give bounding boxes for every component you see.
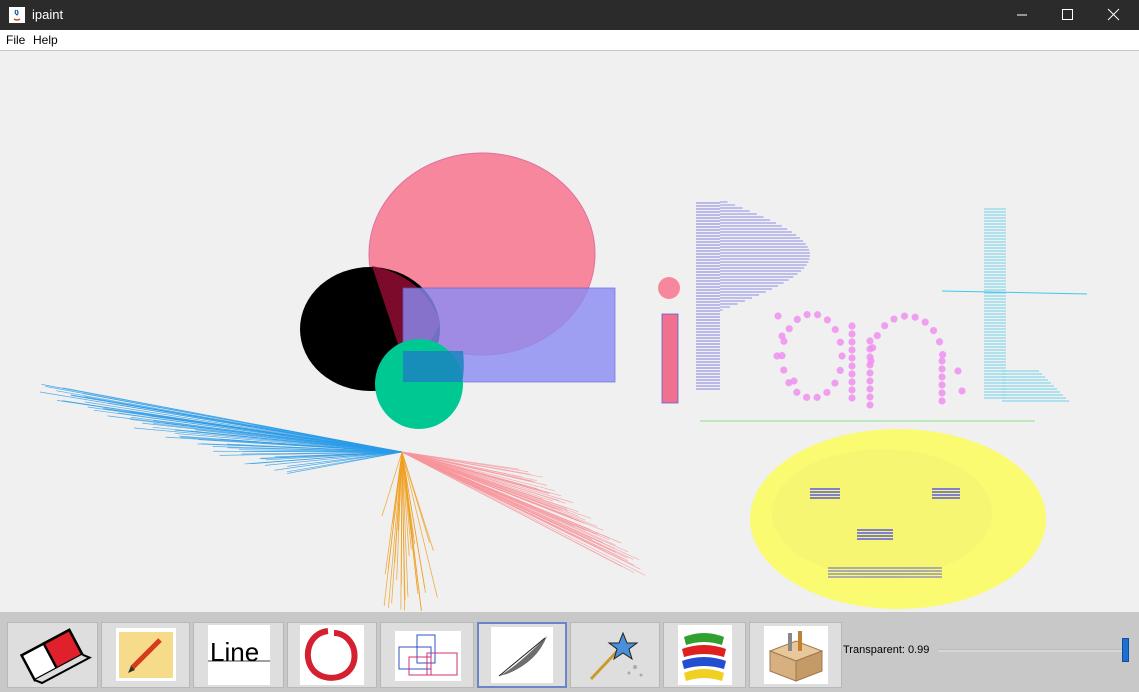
- enso-circle-icon: [300, 625, 364, 685]
- slider-thumb[interactable]: [1122, 638, 1130, 662]
- rectangle-tool-button[interactable]: [380, 622, 474, 688]
- magic-wand-icon: [589, 631, 643, 681]
- feather-icon: [491, 627, 553, 683]
- blue-line-fan: [39, 384, 403, 474]
- yellow-face-inner: [772, 449, 992, 577]
- java-app-icon: [9, 7, 25, 23]
- maximize-button[interactable]: [1045, 0, 1091, 30]
- transparency-label: Transparent: 0.99: [843, 644, 930, 656]
- eraser-tool-button[interactable]: [7, 622, 98, 688]
- color-tool-button[interactable]: [663, 622, 746, 688]
- line-icon: Line: [208, 625, 270, 685]
- title-bar: ipaint: [0, 0, 1139, 30]
- p-letter-strokes: [696, 201, 810, 390]
- menu-bar: File Help: [0, 30, 1139, 51]
- menu-help[interactable]: Help: [33, 33, 58, 47]
- window-title: ipaint: [32, 7, 64, 22]
- minimize-icon: [1017, 14, 1027, 16]
- i-dot: [658, 277, 680, 299]
- pink-line-fan: [401, 451, 646, 576]
- feather-tool-button[interactable]: [477, 622, 567, 688]
- slider-track: [938, 649, 1124, 652]
- line-tool-button[interactable]: Line: [193, 622, 284, 688]
- toolbox-tool-button[interactable]: [749, 622, 842, 688]
- svg-text:Line: Line: [210, 637, 259, 667]
- pencil-tool-button[interactable]: [101, 622, 190, 688]
- circle-tool-button[interactable]: [287, 622, 377, 688]
- i-stem: [661, 313, 679, 404]
- minimize-button[interactable]: [999, 0, 1045, 30]
- close-icon: [1107, 8, 1120, 21]
- pencil-icon: [116, 628, 176, 681]
- ant-dotted-letters: [773, 310, 966, 409]
- orange-line-fan: [381, 451, 438, 612]
- t-letter-strokes: [941, 208, 1088, 402]
- toolbox-icon: [764, 626, 828, 684]
- close-button[interactable]: [1091, 0, 1137, 30]
- magic-wand-tool-button[interactable]: [570, 622, 660, 688]
- paint-strokes-icon: [678, 625, 732, 685]
- maximize-icon: [1062, 9, 1073, 20]
- eraser-icon: [19, 628, 92, 685]
- canvas-artwork: [39, 152, 1088, 612]
- drawing-canvas[interactable]: [2, 51, 1137, 612]
- rectangles-icon: [395, 631, 461, 681]
- transparency-slider[interactable]: [932, 637, 1132, 664]
- menu-file[interactable]: File: [6, 33, 25, 47]
- teal-overlap: [403, 351, 464, 382]
